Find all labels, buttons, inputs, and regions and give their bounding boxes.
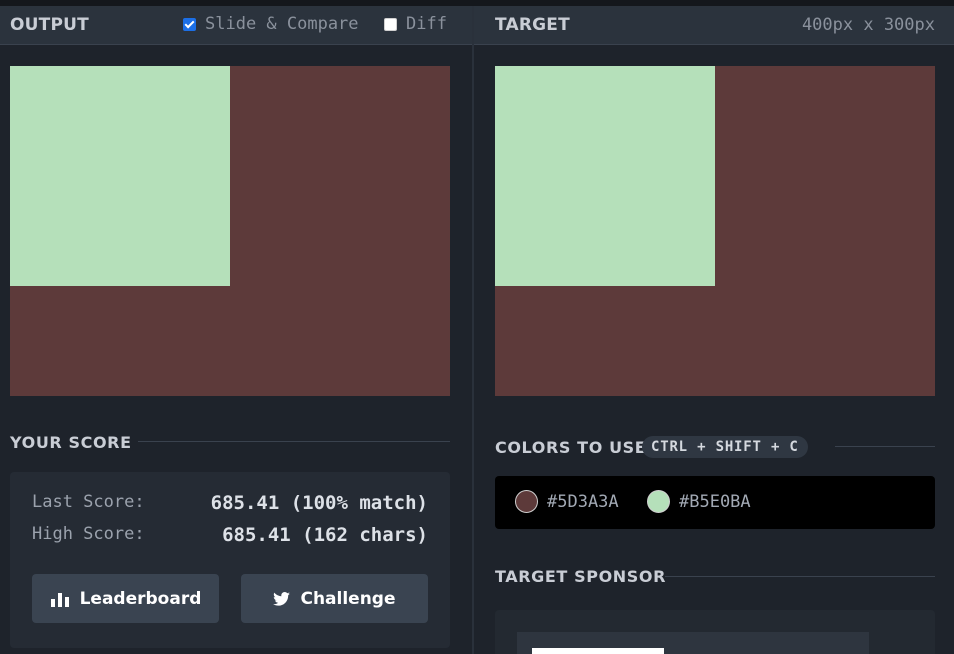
last-score-value: 685.41 (100% match) xyxy=(210,492,428,514)
output-title: OUTPUT xyxy=(10,15,89,35)
color-swatch[interactable]: #B5E0BA xyxy=(647,490,751,513)
score-box: Last Score: 685.41 (100% match) High Sco… xyxy=(10,472,450,648)
slide-compare-checkbox[interactable] xyxy=(183,17,196,31)
leaderboard-label: Leaderboard xyxy=(79,588,202,609)
color-swatch[interactable]: #5D3A3A xyxy=(515,490,619,513)
target-dimensions: 400px x 300px xyxy=(801,15,935,35)
colors-box: #5D3A3A #B5E0BA xyxy=(495,476,935,529)
sponsor-image xyxy=(532,648,664,654)
target-square xyxy=(495,66,715,286)
color-dot xyxy=(515,490,538,513)
your-score-title: YOUR SCORE xyxy=(10,433,132,452)
colors-divider xyxy=(835,446,935,447)
slide-compare-toggle[interactable]: Slide & Compare xyxy=(183,14,359,34)
color-hex: #5D3A3A xyxy=(547,491,619,512)
score-divider xyxy=(138,441,450,442)
output-header: OUTPUT Slide & Compare Diff xyxy=(0,6,472,45)
diff-toggle[interactable]: Diff xyxy=(384,14,447,34)
high-score-value: 685.41 (162 chars) xyxy=(222,524,428,546)
sponsor-title: TARGET SPONSOR xyxy=(495,567,667,586)
high-score-label: High Score: xyxy=(32,524,145,544)
bar-chart-icon xyxy=(50,591,70,607)
output-column: OUTPUT Slide & Compare Diff YOUR SCORE L… xyxy=(0,6,472,654)
colors-title: COLORS TO USE xyxy=(495,438,647,457)
leaderboard-button[interactable]: Leaderboard xyxy=(32,574,219,623)
output-square xyxy=(10,66,230,286)
target-header: TARGET 400px x 300px xyxy=(474,6,954,45)
challenge-label: Challenge xyxy=(300,588,396,609)
slide-compare-label: Slide & Compare xyxy=(205,14,359,34)
twitter-icon xyxy=(273,591,291,606)
color-dot xyxy=(647,490,670,513)
target-canvas xyxy=(495,66,935,396)
target-title: TARGET xyxy=(495,15,570,35)
last-score-label: Last Score: xyxy=(32,492,145,512)
sponsor-card[interactable] xyxy=(517,632,869,654)
diff-label: Diff xyxy=(406,14,447,34)
sponsor-box xyxy=(495,610,935,654)
colors-shortcut: CTRL + SHIFT + C xyxy=(642,436,808,458)
diff-checkbox[interactable] xyxy=(384,17,397,31)
challenge-button[interactable]: Challenge xyxy=(241,574,428,623)
target-column: TARGET 400px x 300px COLORS TO USE CTRL … xyxy=(474,6,954,654)
output-canvas[interactable] xyxy=(10,66,450,396)
sponsor-divider xyxy=(665,576,935,577)
color-hex: #B5E0BA xyxy=(679,491,751,512)
